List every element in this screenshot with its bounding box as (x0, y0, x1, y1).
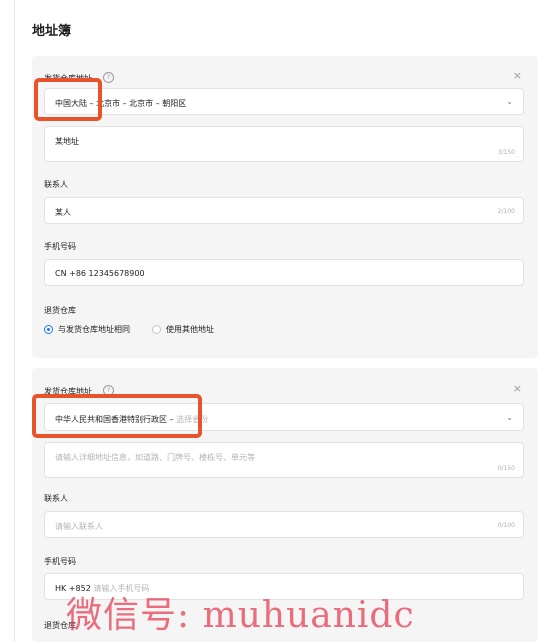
return-warehouse-options: 与发货仓库地址相同 使用其他地址 (44, 324, 214, 335)
left-divider (14, 0, 15, 642)
contact-counter: 0/100 (497, 522, 515, 529)
contact-counter: 2/100 (497, 208, 515, 215)
contact-input[interactable]: 请输入联系人 0/100 (44, 511, 524, 538)
radio-other-address[interactable] (152, 325, 161, 334)
address-counter: 0/150 (497, 465, 515, 472)
close-icon[interactable]: × (513, 69, 522, 82)
contact-placeholder: 请输入联系人 (55, 522, 103, 531)
region-select[interactable]: 中国大陆 – 北京市 – 北京市 – 朝阳区 ⌄ (44, 88, 524, 115)
phone-input[interactable]: CN +86 12345678900 (44, 259, 524, 286)
contact-input[interactable]: 某人 2/100 (44, 197, 524, 224)
help-circle-icon[interactable]: ? (103, 72, 114, 83)
contact-label: 联系人 (44, 180, 68, 189)
phone-label: 手机号码 (44, 242, 76, 251)
phone-prefix[interactable]: CN +86 (55, 269, 86, 278)
address-textarea[interactable]: 请输入详细地址信息，如道路、门牌号、楼栋号、单元等 0/150 (44, 442, 524, 478)
address-textarea[interactable]: 某地址 3/150 (44, 126, 524, 162)
address-placeholder: 请输入详细地址信息，如道路、门牌号、楼栋号、单元等 (55, 453, 255, 462)
address-counter: 3/150 (497, 149, 515, 156)
return-warehouse-label: 退货仓库 (44, 306, 76, 315)
contact-label: 联系人 (44, 494, 68, 503)
contact-value: 某人 (55, 208, 71, 217)
radio-same-address-label[interactable]: 与发货仓库地址相同 (58, 324, 130, 335)
close-icon[interactable]: × (513, 382, 522, 395)
address-value: 某地址 (55, 137, 79, 146)
chevron-down-icon: ⌄ (506, 97, 513, 106)
highlight-box-region-1 (34, 78, 102, 121)
phone-value: 12345678900 (88, 269, 145, 278)
address-card-1: 发货仓库地址 ? × 中国大陆 – 北京市 – 北京市 – 朝阳区 ⌄ 某地址 … (32, 56, 538, 358)
watermark: 微信号: muhuanidc (66, 595, 415, 636)
highlight-box-region-2 (32, 394, 202, 438)
radio-other-address-label[interactable]: 使用其他地址 (166, 324, 214, 335)
chevron-down-icon: ⌄ (506, 413, 513, 422)
phone-label: 手机号码 (44, 557, 76, 566)
page-title: 地址簿 (32, 24, 72, 39)
radio-same-address[interactable] (44, 325, 53, 334)
